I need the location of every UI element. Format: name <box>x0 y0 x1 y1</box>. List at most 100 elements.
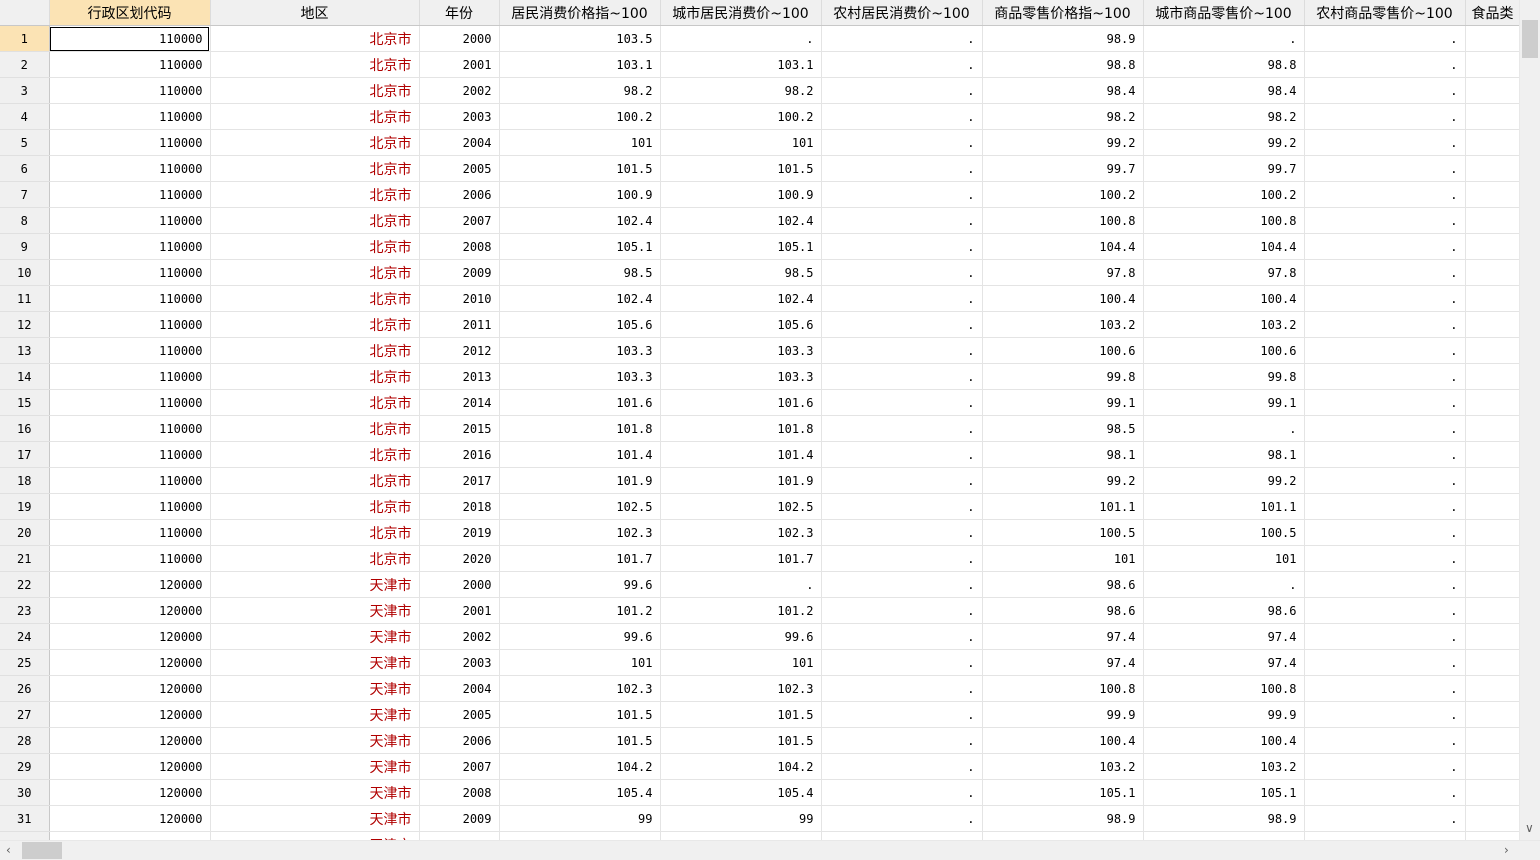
data-cell[interactable]: 100.2 <box>982 181 1144 208</box>
data-cell[interactable]: 101.5 <box>499 727 661 754</box>
column-header[interactable]: 商品零售价格指~100 <box>982 0 1144 26</box>
data-cell[interactable]: . <box>821 181 983 208</box>
data-cell[interactable]: 97.4 <box>1143 649 1305 676</box>
data-cell[interactable]: . <box>821 545 983 572</box>
data-cell[interactable]: . <box>1304 571 1466 598</box>
data-cell[interactable]: 98.9 <box>982 25 1144 52</box>
data-cell[interactable]: 105.1 <box>499 233 661 260</box>
table-row[interactable]: 3 110000 北京市 2002 98.2 98.2. 98.4 98.4. <box>0 77 1520 104</box>
data-cell[interactable]: 98.6 <box>982 597 1144 624</box>
data-cell[interactable]: . <box>1304 467 1466 494</box>
data-cell[interactable]: 98.8 <box>1143 51 1305 78</box>
data-cell[interactable]: 100.8 <box>1143 675 1305 702</box>
data-cell[interactable]: 100.6 <box>982 337 1144 364</box>
column-header[interactable]: 行政区划代码 <box>49 0 211 26</box>
row-number[interactable]: 16 <box>0 415 50 442</box>
data-cell[interactable]: 2014 <box>419 389 500 416</box>
data-cell[interactable]: . <box>821 259 983 286</box>
data-cell[interactable]: 120000 <box>49 805 211 832</box>
data-cell[interactable]: 2015 <box>419 415 500 442</box>
data-cell[interactable]: . <box>821 675 983 702</box>
data-cell[interactable]: 2005 <box>419 701 500 728</box>
row-number[interactable]: 14 <box>0 363 50 390</box>
data-cell[interactable]: 2005 <box>419 155 500 182</box>
row-number[interactable]: 29 <box>0 753 50 780</box>
data-cell[interactable] <box>1465 181 1520 208</box>
table-row[interactable]: 24 120000 天津市 2002 99.6 99.6. 97.4 97.4. <box>0 623 1520 650</box>
data-cell[interactable]: 110000 <box>49 311 211 338</box>
data-cell[interactable]: 101 <box>1143 545 1305 572</box>
data-cell[interactable]: 102.3 <box>499 675 661 702</box>
data-cell[interactable]: . <box>1304 623 1466 650</box>
data-cell[interactable] <box>1465 727 1520 754</box>
data-cell[interactable]: 98.9 <box>1143 805 1305 832</box>
table-row[interactable]: 14 110000 北京市 2013 103.3 103.3. 99.8 99.8. <box>0 363 1520 390</box>
data-cell[interactable]: 98.2 <box>1143 103 1305 130</box>
data-cell[interactable]: . <box>1143 25 1305 52</box>
data-cell[interactable]: 2000 <box>419 571 500 598</box>
data-cell[interactable]: 101 <box>499 649 661 676</box>
row-number[interactable]: 11 <box>0 285 50 312</box>
data-cell[interactable]: 103.3 <box>499 337 661 364</box>
data-cell[interactable]: . <box>1304 311 1466 338</box>
data-cell[interactable] <box>1465 51 1520 78</box>
data-cell[interactable]: . <box>821 597 983 624</box>
region-cell[interactable]: 北京市 <box>210 467 420 494</box>
table-row[interactable]: 4 110000 北京市 2003 100.2 100.2. 98.2 98.2. <box>0 103 1520 130</box>
region-cell[interactable]: 北京市 <box>210 415 420 442</box>
table-row[interactable]: 19 110000 北京市 2018 102.5 102.5. 101.1 101.1. <box>0 493 1520 520</box>
column-header[interactable]: 农村居民消费价~100 <box>821 0 983 26</box>
data-cell[interactable]: 2011 <box>419 311 500 338</box>
data-cell[interactable]: 105.6 <box>499 311 661 338</box>
data-cell[interactable] <box>1465 779 1520 806</box>
data-cell[interactable]: 102.3 <box>660 675 822 702</box>
data-cell[interactable] <box>1465 155 1520 182</box>
data-cell[interactable] <box>1465 597 1520 624</box>
table-row[interactable]: 25 120000 天津市 2003 101 101. 97.4 97.4. <box>0 649 1520 676</box>
data-cell[interactable]: 98.1 <box>982 441 1144 468</box>
chevron-down-icon[interactable]: ∨ <box>1525 822 1534 834</box>
data-cell[interactable]: 99.9 <box>1143 701 1305 728</box>
row-number[interactable]: 27 <box>0 701 50 728</box>
data-cell[interactable]: 101.7 <box>660 545 822 572</box>
data-cell[interactable]: 100.2 <box>1143 181 1305 208</box>
data-cell[interactable]: 101.6 <box>660 389 822 416</box>
data-cell[interactable]: 2008 <box>419 779 500 806</box>
data-cell[interactable]: 100.2 <box>499 103 661 130</box>
chevron-left-icon[interactable]: ‹ <box>6 844 11 856</box>
table-row[interactable]: 13 110000 北京市 2012 103.3 103.3. 100.6 100.6. <box>0 337 1520 364</box>
data-cell[interactable]: . <box>821 337 983 364</box>
data-cell[interactable]: 2002 <box>419 77 500 104</box>
table-row[interactable]: 27 120000 天津市 2005 101.5 101.5. 99.9 99.9. <box>0 701 1520 728</box>
data-cell[interactable]: 101.9 <box>660 467 822 494</box>
data-cell[interactable]: . <box>821 77 983 104</box>
data-cell[interactable]: 105.4 <box>660 779 822 806</box>
data-cell[interactable]: . <box>821 233 983 260</box>
data-cell[interactable]: 101.8 <box>660 415 822 442</box>
data-cell[interactable]: . <box>1304 727 1466 754</box>
data-cell[interactable]: 2018 <box>419 493 500 520</box>
data-cell[interactable]: 103.2 <box>982 753 1144 780</box>
data-cell[interactable]: . <box>821 129 983 156</box>
data-cell[interactable]: 99 <box>660 805 822 832</box>
data-cell[interactable]: 120000 <box>49 623 211 650</box>
data-cell[interactable]: 101.5 <box>660 155 822 182</box>
data-cell[interactable]: 2004 <box>419 675 500 702</box>
data-cell[interactable] <box>1465 77 1520 104</box>
row-number[interactable]: 7 <box>0 181 50 208</box>
row-number[interactable]: 2 <box>0 51 50 78</box>
column-header[interactable]: 居民消费价格指~100 <box>499 0 661 26</box>
data-cell[interactable]: 100.4 <box>1143 285 1305 312</box>
region-cell[interactable]: 北京市 <box>210 51 420 78</box>
data-cell[interactable]: 99.1 <box>1143 389 1305 416</box>
table-row[interactable]: 23 120000 天津市 2001 101.2 101.2. 98.6 98.6. <box>0 597 1520 624</box>
data-cell[interactable]: 101.5 <box>499 701 661 728</box>
data-cell[interactable]: 2006 <box>419 181 500 208</box>
data-cell[interactable]: . <box>821 207 983 234</box>
data-cell[interactable]: 102.4 <box>660 285 822 312</box>
row-number[interactable]: 8 <box>0 207 50 234</box>
row-number[interactable]: 28 <box>0 727 50 754</box>
data-cell[interactable] <box>1465 649 1520 676</box>
data-cell[interactable]: . <box>821 701 983 728</box>
data-cell[interactable]: 101.6 <box>499 389 661 416</box>
